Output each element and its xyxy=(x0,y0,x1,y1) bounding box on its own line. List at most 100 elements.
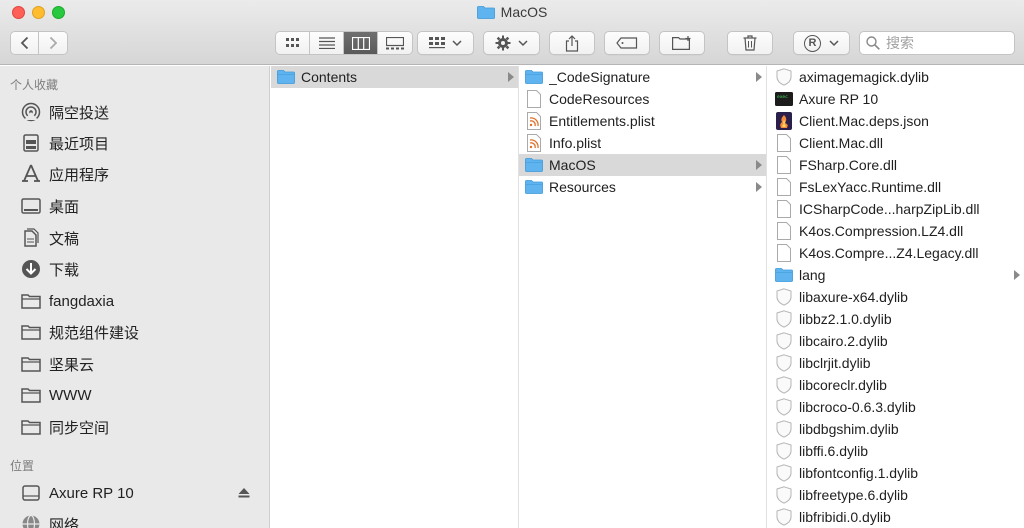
list-item[interactable]: lang xyxy=(767,264,1024,286)
action-button[interactable] xyxy=(483,31,540,55)
list-item[interactable]: K4os.Compre...Z4.Legacy.dll xyxy=(767,242,1024,264)
forward-button[interactable] xyxy=(39,32,67,54)
columns-icon xyxy=(351,36,370,50)
list-item[interactable]: Info.plist xyxy=(519,132,766,154)
sidebar-item-airdrop[interactable]: 隔空投送 xyxy=(20,101,109,123)
folder-icon xyxy=(20,291,42,311)
document-icon xyxy=(525,90,543,108)
dylib-icon xyxy=(775,310,793,328)
disclosure-arrow-icon xyxy=(508,72,514,82)
list-item[interactable]: exec Axure RP 10 xyxy=(767,88,1024,110)
history-nav xyxy=(10,31,68,55)
chevron-left-icon xyxy=(20,36,28,50)
gallery-view-button[interactable] xyxy=(378,32,412,54)
group-by-button[interactable] xyxy=(417,31,474,55)
list-item[interactable]: _CodeSignature xyxy=(519,66,766,88)
icon-view-button[interactable] xyxy=(276,32,310,54)
list-item[interactable]: libcroco-0.6.3.dylib xyxy=(767,396,1024,418)
favorites-header: 个人收藏 xyxy=(10,78,59,92)
list-item[interactable]: libdbgshim.dylib xyxy=(767,418,1024,440)
new-folder-icon xyxy=(672,36,691,50)
list-item[interactable]: Contents xyxy=(271,66,518,88)
folder-icon xyxy=(20,385,42,405)
document-icon xyxy=(775,134,793,152)
share-button[interactable] xyxy=(549,31,595,55)
sidebar-item-network[interactable]: 网络 xyxy=(20,513,79,528)
documents-icon xyxy=(20,228,42,248)
dylib-icon xyxy=(775,332,793,350)
list-item[interactable]: libaxure-x64.dylib xyxy=(767,286,1024,308)
sidebar-item-jianguoyun[interactable]: 坚果云 xyxy=(20,353,94,375)
svg-text:exec: exec xyxy=(777,95,788,100)
sidebar-item-downloads[interactable]: 下载 xyxy=(20,258,79,280)
list-item[interactable]: FSharp.Core.dll xyxy=(767,154,1024,176)
network-icon xyxy=(20,514,42,528)
new-folder-button[interactable] xyxy=(659,31,705,55)
list-item[interactable]: FsLexYacc.Runtime.dll xyxy=(767,176,1024,198)
sidebar-item-sync[interactable]: 同步空间 xyxy=(20,416,109,438)
sidebar-item-www[interactable]: WWW xyxy=(20,384,91,406)
sidebar-item-fangdaxia[interactable]: fangdaxia xyxy=(20,290,114,312)
dylib-icon xyxy=(775,442,793,460)
sidebar: 个人收藏 隔空投送 最近项目 应用程序 桌面 文稿 下载 fangdaxia 规… xyxy=(0,66,270,528)
list-item[interactable]: libbz2.1.0.dylib xyxy=(767,308,1024,330)
plist-icon xyxy=(525,112,543,130)
sidebar-item-label: fangdaxia xyxy=(49,292,115,310)
sidebar-item-label: 隔空投送 xyxy=(49,104,110,122)
list-item[interactable]: K4os.Compression.LZ4.dll xyxy=(767,220,1024,242)
dylib-icon xyxy=(775,420,793,438)
list-item[interactable]: Resources xyxy=(519,176,766,198)
sidebar-item-axure-disk[interactable]: Axure RP 10 xyxy=(20,482,134,504)
disclosure-arrow-icon xyxy=(1014,270,1020,280)
list-item[interactable]: libcairo.2.dylib xyxy=(767,330,1024,352)
list-item[interactable]: CodeResources xyxy=(519,88,766,110)
eject-icon[interactable] xyxy=(238,488,250,498)
sidebar-item-label: 规范组件建设 xyxy=(49,324,140,342)
document-icon xyxy=(775,178,793,196)
folder-icon xyxy=(20,322,42,342)
window-title: MacOS xyxy=(0,4,1024,20)
sidebar-item-label: 桌面 xyxy=(49,198,80,216)
gallery-icon xyxy=(386,36,404,49)
list-item[interactable]: MacOS xyxy=(519,154,766,176)
sidebar-item-desktop[interactable]: 桌面 xyxy=(20,195,79,217)
axure-extension-button[interactable]: R xyxy=(793,31,850,55)
item-label: aximagemagick.dylib xyxy=(799,69,929,85)
search-input[interactable]: 搜索 xyxy=(859,31,1015,55)
item-label: FsLexYacc.Runtime.dll xyxy=(799,179,942,195)
sidebar-item-documents[interactable]: 文稿 xyxy=(20,227,79,249)
airdrop-icon xyxy=(20,102,42,122)
plist-icon xyxy=(525,134,543,152)
sidebar-item-recents[interactable]: 最近项目 xyxy=(20,132,109,154)
folder-icon xyxy=(20,354,42,374)
list-item[interactable]: libfribidi.0.dylib xyxy=(767,506,1024,528)
list-item[interactable]: libffi.6.dylib xyxy=(767,440,1024,462)
list-item[interactable]: Client.Mac.dll xyxy=(767,132,1024,154)
delete-button[interactable] xyxy=(727,31,773,55)
list-item[interactable]: libfontconfig.1.dylib xyxy=(767,462,1024,484)
folder-icon xyxy=(277,68,295,86)
item-label: Contents xyxy=(301,69,358,85)
sidebar-item-applications[interactable]: 应用程序 xyxy=(20,163,109,185)
folder-icon xyxy=(476,6,495,19)
item-label: libcairo.2.dylib xyxy=(799,333,888,349)
folder-icon xyxy=(525,178,543,196)
list-item[interactable]: Entitlements.plist xyxy=(519,110,766,132)
list-item[interactable]: libfreetype.6.dylib xyxy=(767,484,1024,506)
json-icon xyxy=(775,112,793,130)
document-icon xyxy=(775,156,793,174)
sidebar-item-specs[interactable]: 规范组件建设 xyxy=(20,321,139,343)
sidebar-item-label: WWW xyxy=(49,386,92,404)
sidebar-item-label: 文稿 xyxy=(49,230,80,248)
list-view-button[interactable] xyxy=(310,32,344,54)
list-item[interactable]: libclrjit.dylib xyxy=(767,352,1024,374)
list-item[interactable]: libcoreclr.dylib xyxy=(767,374,1024,396)
tags-button[interactable] xyxy=(604,31,650,55)
list-item[interactable]: aximagemagick.dylib xyxy=(767,66,1024,88)
back-button[interactable] xyxy=(11,32,39,54)
column-1: Contents xyxy=(271,66,519,528)
dylib-icon xyxy=(775,288,793,306)
column-view-button[interactable] xyxy=(344,32,378,54)
list-item[interactable]: ICSharpCode...harpZipLib.dll xyxy=(767,198,1024,220)
list-item[interactable]: Client.Mac.deps.json xyxy=(767,110,1024,132)
